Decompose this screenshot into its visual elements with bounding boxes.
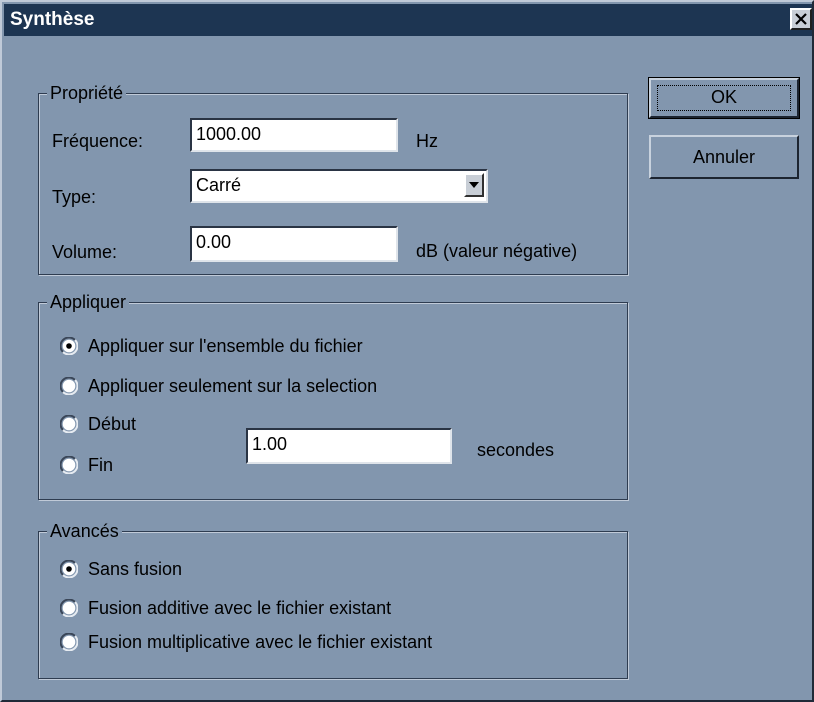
volume-value: 0.00: [196, 232, 232, 252]
volume-input[interactable]: 0.00: [190, 226, 398, 262]
frequency-unit: Hz: [416, 131, 438, 151]
apply-selection-label: Appliquer seulement sur la selection: [88, 376, 378, 396]
frequency-label: Fréquence:: [52, 131, 144, 151]
additive-merge-option[interactable]: Fusion additive avec le fichier existant: [60, 596, 540, 620]
radio-icon[interactable]: [60, 633, 78, 651]
appliquer-legend: Appliquer: [47, 291, 130, 313]
additive-merge-label: Fusion additive avec le fichier existant: [88, 598, 392, 618]
frequency-input[interactable]: 1000.00: [190, 118, 398, 152]
type-label: Type:: [52, 187, 97, 207]
window-title: Synthèse: [10, 9, 95, 30]
ok-button-label: OK: [710, 87, 737, 107]
apply-end-label: Fin: [88, 455, 114, 475]
cancel-button-label: Annuler: [692, 147, 756, 167]
apply-whole-file-option[interactable]: Appliquer sur l'ensemble du fichier: [60, 334, 460, 358]
radio-icon[interactable]: [60, 415, 78, 433]
duration-value: 1.00: [252, 434, 288, 454]
apply-start-option[interactable]: Début: [60, 412, 200, 436]
duration-input[interactable]: 1.00: [246, 428, 452, 464]
volume-unit: dB (valeur négative): [416, 241, 578, 261]
no-merge-label: Sans fusion: [88, 559, 183, 579]
apply-end-option[interactable]: Fin: [60, 453, 200, 477]
close-button[interactable]: [790, 8, 812, 30]
cancel-button[interactable]: Annuler: [649, 135, 799, 179]
multiplicative-merge-option[interactable]: Fusion multiplicative avec le fichier ex…: [60, 630, 580, 654]
radio-icon[interactable]: [60, 337, 78, 355]
apply-selection-option[interactable]: Appliquer seulement sur la selection: [60, 374, 460, 398]
type-dropdown-button[interactable]: [464, 173, 484, 197]
type-select[interactable]: Carré: [190, 169, 488, 203]
title-bar[interactable]: Synthèse: [4, 4, 812, 36]
radio-icon[interactable]: [60, 560, 78, 578]
frequency-value: 1000.00: [196, 124, 262, 144]
volume-label: Volume:: [52, 242, 118, 262]
avances-legend: Avancés: [47, 520, 122, 542]
ok-button[interactable]: OK: [648, 77, 800, 119]
close-icon: [795, 13, 807, 25]
duration-unit: secondes: [477, 440, 555, 460]
radio-icon[interactable]: [60, 377, 78, 395]
multiplicative-merge-label: Fusion multiplicative avec le fichier ex…: [88, 632, 433, 652]
apply-whole-file-label: Appliquer sur l'ensemble du fichier: [88, 336, 363, 356]
no-merge-option[interactable]: Sans fusion: [60, 557, 460, 581]
chevron-down-icon: [469, 182, 479, 188]
radio-icon[interactable]: [60, 456, 78, 474]
apply-start-label: Début: [88, 414, 137, 434]
radio-icon[interactable]: [60, 599, 78, 617]
type-selected-value: Carré: [196, 175, 242, 195]
synthese-dialog: Synthèse OK Annuler Propriété Fréquence:…: [0, 0, 814, 702]
propriete-legend: Propriété: [47, 82, 127, 104]
